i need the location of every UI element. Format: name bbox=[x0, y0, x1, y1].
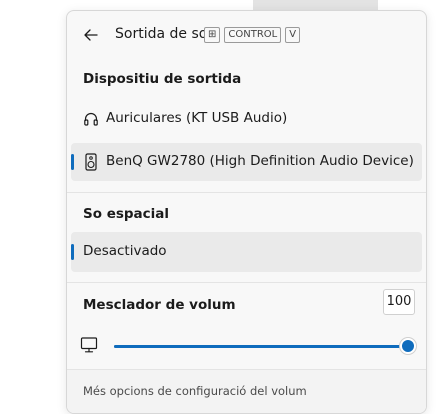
back-button[interactable] bbox=[79, 23, 103, 47]
volume-mixer-heading: Mesclador de volum bbox=[83, 297, 236, 313]
spatial-sound-option[interactable]: Desactivado bbox=[71, 232, 422, 272]
section-divider bbox=[67, 282, 426, 283]
page-title: Sortida de so bbox=[115, 26, 208, 42]
selection-indicator bbox=[71, 154, 74, 170]
background-window-edge bbox=[253, 0, 378, 10]
more-volume-settings-link[interactable]: Més opcions de configuració del volum bbox=[83, 384, 307, 398]
device-item-benq[interactable]: BenQ GW2780 (High Definition Audio Devic… bbox=[71, 143, 422, 181]
selection-indicator bbox=[71, 244, 74, 260]
device-label: Auriculares (KT USB Audio) bbox=[106, 110, 288, 126]
monitor-icon bbox=[80, 336, 98, 354]
keyboard-shortcut-hint: ⊞ CONTROL V bbox=[204, 27, 301, 43]
slider-fill bbox=[114, 345, 408, 348]
spatial-sound-label: Desactivado bbox=[83, 243, 167, 259]
back-arrow-icon bbox=[84, 29, 98, 41]
flyout-header: Sortida de so ⊞ CONTROL V bbox=[67, 11, 426, 59]
spatial-sound-heading: So espacial bbox=[83, 206, 170, 222]
volume-slider[interactable] bbox=[114, 336, 417, 356]
headphones-icon bbox=[83, 110, 99, 128]
slider-thumb-center bbox=[402, 340, 414, 352]
sound-output-flyout: Sortida de so ⊞ CONTROL V Dispositiu de … bbox=[66, 10, 427, 414]
device-item-headphones[interactable]: Auriculares (KT USB Audio) bbox=[71, 100, 422, 138]
windows-key-icon: ⊞ bbox=[204, 27, 221, 43]
section-divider bbox=[67, 192, 426, 193]
speaker-icon bbox=[83, 153, 99, 171]
flyout-footer: Més opcions de configuració del volum bbox=[67, 369, 426, 413]
volume-value: 100 bbox=[383, 289, 415, 315]
v-key: V bbox=[285, 27, 301, 43]
slider-thumb[interactable] bbox=[399, 337, 417, 355]
device-label: BenQ GW2780 (High Definition Audio Devic… bbox=[106, 153, 414, 169]
output-device-heading: Dispositiu de sortida bbox=[83, 71, 242, 87]
control-key: CONTROL bbox=[224, 27, 282, 43]
